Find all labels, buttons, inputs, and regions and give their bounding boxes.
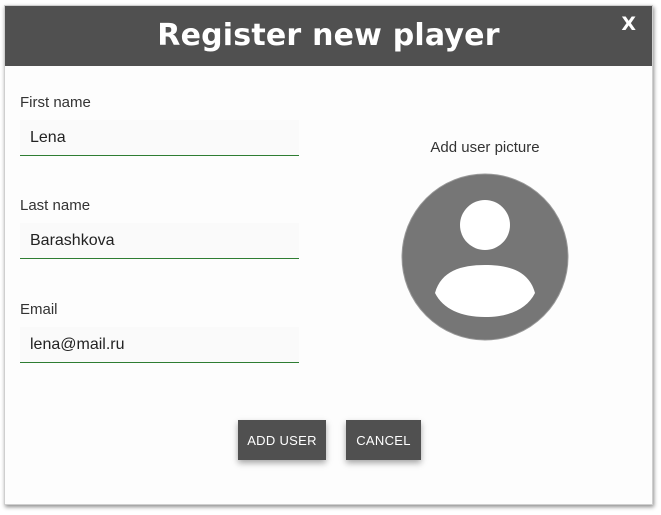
- add-user-picture-label: Add user picture: [430, 139, 540, 156]
- dialog-header: Register new player X: [5, 6, 652, 66]
- user-avatar-placeholder-icon[interactable]: [401, 173, 569, 341]
- first-name-label: First name: [20, 94, 91, 111]
- email-input[interactable]: [20, 327, 299, 363]
- avatar-svg: [401, 173, 569, 341]
- close-button[interactable]: X: [621, 13, 636, 35]
- dialog-title: Register new player: [157, 18, 500, 53]
- email-field: Email: [20, 300, 299, 363]
- last-name-input[interactable]: [20, 223, 299, 259]
- register-player-dialog: Register new player X First name Last na…: [4, 5, 653, 505]
- last-name-field: Last name: [20, 196, 299, 259]
- add-user-button[interactable]: ADD USER: [238, 420, 326, 460]
- email-label: Email: [20, 301, 58, 318]
- cancel-button[interactable]: CANCEL: [346, 420, 421, 460]
- last-name-label: Last name: [20, 197, 91, 214]
- first-name-input[interactable]: [20, 120, 299, 156]
- first-name-field: First name: [20, 93, 299, 156]
- avatar-head: [460, 200, 510, 250]
